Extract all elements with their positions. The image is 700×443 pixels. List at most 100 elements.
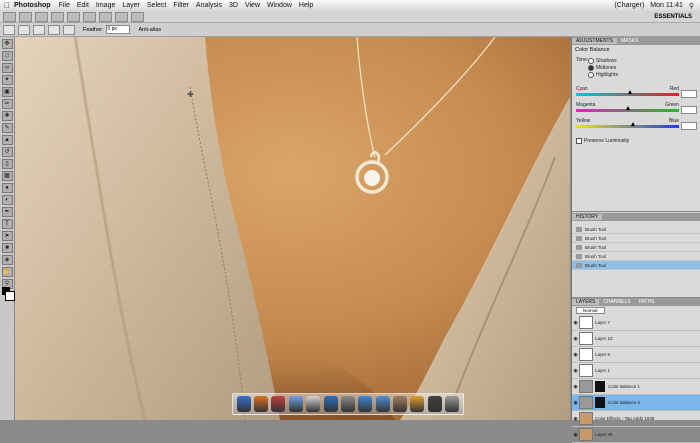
menu-select[interactable]: Select [147,2,166,9]
cyan-red-knob[interactable] [627,90,632,94]
finder-icon[interactable] [236,396,251,412]
subtract-selection-icon[interactable] [48,24,60,35]
spotlight-icon[interactable]: ⚲ [689,2,694,10]
visibility-eye-icon[interactable]: ◉ [572,400,579,406]
cyan-red-input[interactable] [681,90,697,98]
menu-layer[interactable]: Layer [122,2,140,9]
dodge-tool-icon[interactable]: ◐ [1,195,13,205]
layer-row[interactable]: ◉ Layer 10 [572,331,700,347]
vlc-icon[interactable] [410,396,425,412]
menu-image[interactable]: Image [96,2,115,9]
hand-tool-icon[interactable]: ✋ [1,267,13,277]
magenta-green-slider[interactable]: Magenta Green [576,102,697,118]
history-item[interactable]: Brush Tool [572,243,700,252]
visibility-eye-icon[interactable]: ◉ [572,368,579,374]
tab-channels[interactable]: CHANNELS [599,299,634,305]
photoshop-icon[interactable] [323,396,338,412]
safari-icon[interactable] [288,396,303,412]
3d-rotate-tool-icon[interactable]: ◈ [1,255,13,265]
layer-row[interactable]: ◉ Color Effects - Tap Adds 1838 [572,411,700,427]
quick-select-tool-icon[interactable]: ✦ [1,75,13,85]
rotate-view-icon[interactable] [99,11,112,22]
path-select-tool-icon[interactable]: ➤ [1,231,13,241]
layer-row[interactable]: ◉ Layer 1 [572,363,700,379]
tone-shadows-radio[interactable]: Shadows [588,57,618,64]
visibility-eye-icon[interactable]: ◉ [572,432,579,438]
tab-layers[interactable]: LAYERS [572,299,600,305]
document-canvas[interactable]: ✚ [15,37,570,420]
tone-midtones-radio[interactable]: Midtones [588,64,618,71]
layer-row[interactable]: ◉ Layer 45 [572,427,700,443]
gradient-tool-icon[interactable]: ▩ [1,171,13,181]
new-selection-icon[interactable] [18,24,30,35]
menu-view[interactable]: View [245,2,260,9]
visibility-eye-icon[interactable]: ◉ [572,352,579,358]
terminal-icon[interactable] [427,396,442,412]
antialias-checkbox[interactable]: Anti-alias [138,27,161,33]
workspace-switcher[interactable]: ESSENTIALS [654,14,692,20]
layer-mask-thumbnail[interactable] [595,381,605,392]
bridge-icon[interactable] [393,396,408,412]
screen-mode-icon[interactable] [131,11,144,22]
hand-tool-icon[interactable] [67,11,80,22]
apple-icon[interactable]:  [0,1,14,10]
visibility-eye-icon[interactable]: ◉ [572,320,579,326]
brush-tool-icon[interactable]: ✎ [1,123,13,133]
lasso-tool-icon[interactable]: ∞ [1,63,13,73]
history-item[interactable]: Brush Tool [572,234,700,243]
visibility-eye-icon[interactable]: ◉ [572,384,579,390]
yellow-blue-input[interactable] [681,122,697,130]
user-name[interactable]: (Charger) [614,2,644,9]
zoom-tool-icon[interactable] [83,11,96,22]
visibility-eye-icon[interactable]: ◉ [572,416,579,422]
eraser-tool-icon[interactable]: ▯ [1,159,13,169]
menu-edit[interactable]: Edit [77,2,89,9]
zoom-level-icon[interactable] [51,11,64,22]
pen-tool-icon[interactable]: ✒ [1,207,13,217]
type-tool-icon[interactable]: T [1,219,13,229]
menu-3d[interactable]: 3D [229,2,238,9]
mini-bridge-icon[interactable] [35,11,48,22]
calendar-icon[interactable] [271,396,286,412]
menu-file[interactable]: File [59,2,70,9]
tab-masks[interactable]: MASKS [617,38,643,44]
intersect-selection-icon[interactable] [63,24,75,35]
marquee-tool-icon[interactable]: □ [1,51,13,61]
background-color-swatch[interactable] [5,291,15,301]
menu-filter[interactable]: Filter [173,2,189,9]
preview-icon[interactable] [340,396,355,412]
blend-mode-select[interactable]: Normal [576,307,605,314]
menu-help[interactable]: Help [299,2,313,9]
layer-row-selected[interactable]: ◉ Color Balance 4 [572,395,700,411]
add-selection-icon[interactable] [33,24,45,35]
arrange-documents-icon[interactable] [115,11,128,22]
crop-tool-icon[interactable]: ▣ [1,87,13,97]
layer-row[interactable]: ◉ Color Balance 1 [572,379,700,395]
layer-row[interactable]: ◉ Layer 7 [572,315,700,331]
yellow-blue-knob[interactable] [630,122,635,126]
tab-paths[interactable]: PATHS [635,299,659,305]
shape-tool-icon[interactable]: ■ [1,243,13,253]
eyedropper-tool-icon[interactable]: ✏ [1,99,13,109]
tab-adjustments[interactable]: ADJUSTMENTS [572,38,617,44]
visibility-eye-icon[interactable]: ◉ [572,336,579,342]
clone-stamp-tool-icon[interactable]: ▲ [1,135,13,145]
move-tool-icon[interactable]: ✥ [1,39,13,49]
folder-icon[interactable] [375,396,390,412]
history-item[interactable]: Brush Tool [572,252,700,261]
clock[interactable]: Mon 11:41 [650,2,683,9]
firefox-icon[interactable] [254,396,269,412]
layer-mask-thumbnail[interactable] [595,397,605,408]
mail-icon[interactable] [358,396,373,412]
magenta-green-knob[interactable] [625,106,630,110]
bridge-icon[interactable] [19,11,32,22]
yellow-blue-slider[interactable]: Yellow Blue [576,118,697,134]
menu-window[interactable]: Window [267,2,292,9]
healing-brush-tool-icon[interactable]: ✚ [1,111,13,121]
feather-input[interactable]: 0 px [106,25,131,34]
menu-analysis[interactable]: Analysis [196,2,222,9]
history-item-selected[interactable]: Brush Tool [572,261,700,270]
tab-history[interactable]: HISTORY [572,214,603,220]
trash-icon[interactable] [445,396,460,412]
cyan-red-slider[interactable]: Cyan Red [576,86,697,102]
